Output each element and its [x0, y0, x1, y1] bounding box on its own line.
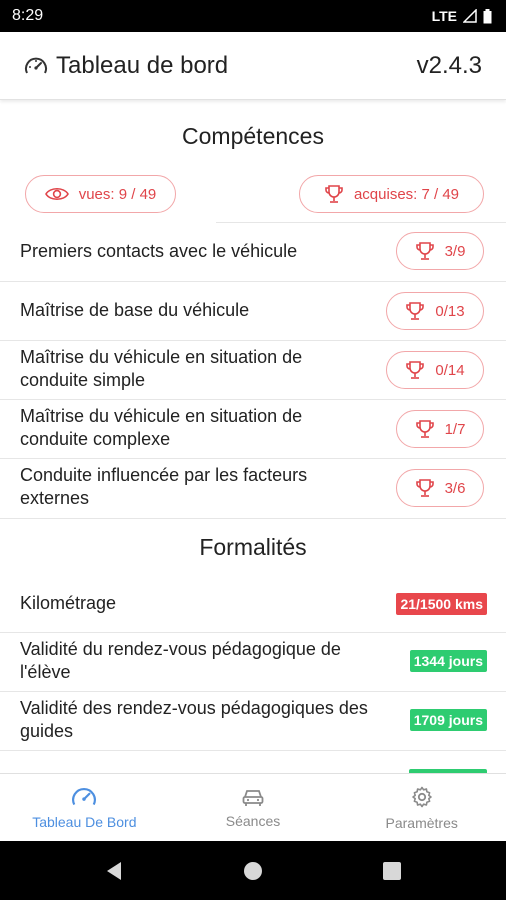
formalite-row[interactable]: Validité des rendez-vous pédagogiques de…: [0, 691, 506, 750]
vues-summary-pill[interactable]: vues: 9 / 49: [25, 175, 176, 213]
nav-tableau-de-bord[interactable]: Tableau De Bord: [0, 774, 169, 841]
competence-label: Maîtrise du véhicule en situation de con…: [20, 347, 303, 390]
competence-row[interactable]: Premiers contacts avec le véhicule 3/9: [0, 222, 506, 281]
nav-label: Tableau De Bord: [32, 813, 137, 830]
competence-progress: 0/13: [435, 302, 465, 320]
speedometer-icon: [25, 57, 47, 73]
back-icon[interactable]: [105, 861, 123, 881]
status-badge: 1709 jours: [409, 709, 487, 731]
competence-row[interactable]: Maîtrise de base du véhicule 0/13: [0, 281, 506, 340]
nav-label: Séances: [225, 812, 281, 829]
competence-progress-pill[interactable]: 3/9: [396, 232, 484, 270]
trophy-icon: [406, 361, 425, 379]
trophy-icon: [415, 242, 434, 260]
gear-icon: [411, 786, 432, 807]
formalites-title: Formalités: [199, 534, 307, 560]
competence-progress-pill[interactable]: 0/14: [386, 351, 484, 389]
network-label: LTE: [431, 8, 457, 24]
formalite-label: Validité du rendez-vous pédagogique de l…: [20, 639, 341, 682]
home-icon[interactable]: [243, 861, 263, 881]
app-header: Tableau de bord v2.4.3: [0, 32, 506, 100]
trophy-icon: [415, 479, 434, 497]
app-version: v2.4.3: [416, 51, 482, 79]
competence-row[interactable]: Conduite influencée par les facteurs ext…: [0, 458, 506, 518]
competence-row[interactable]: Maîtrise du véhicule en situation de con…: [0, 340, 506, 399]
status-indicators: LTE: [432, 8, 492, 24]
status-bar: 8:29 LTE: [0, 0, 506, 32]
recents-icon[interactable]: [383, 861, 401, 880]
status-badge: 21/1500 kms: [396, 593, 487, 615]
page-title: Tableau de bord: [56, 51, 229, 79]
competence-row[interactable]: Maîtrise du véhicule en situation de con…: [0, 399, 506, 458]
battery-icon: [483, 8, 492, 23]
competences-title: Compétences: [182, 123, 324, 149]
divider: [0, 750, 506, 751]
competence-label: Premiers contacts avec le véhicule: [20, 241, 298, 261]
bottom-navigation: Tableau De Bord Séances Paramètres: [0, 773, 506, 841]
nav-parametres[interactable]: Paramètres: [337, 774, 506, 841]
competence-label: Maîtrise du véhicule en situation de con…: [20, 406, 303, 449]
eye-icon: [44, 187, 69, 201]
acquises-summary-pill[interactable]: acquises: 7 / 49: [299, 175, 484, 213]
acquises-count: acquises: 7 / 49: [353, 185, 460, 203]
status-badge: 1344 jours: [409, 650, 487, 672]
status-time: 8:29: [12, 7, 44, 24]
competence-progress-pill[interactable]: 3/6: [396, 469, 484, 507]
competence-progress: 3/9: [444, 242, 466, 260]
trophy-icon: [406, 302, 425, 320]
nav-label: Paramètres: [385, 814, 458, 831]
formalite-label: Kilométrage: [20, 593, 117, 613]
nav-seances[interactable]: Séances: [169, 774, 338, 841]
formalite-row[interactable]: Kilométrage 21/1500 kms: [0, 575, 506, 632]
formalite-row[interactable]: Validité du rendez-vous pédagogique de l…: [0, 632, 506, 691]
competence-progress-pill[interactable]: 1/7: [396, 410, 484, 448]
vues-count: vues: 9 / 49: [78, 185, 157, 203]
system-navigation-bar: [0, 841, 506, 900]
divider: [0, 518, 506, 519]
formalite-label: Validité des rendez-vous pédagogiques de…: [20, 698, 368, 741]
competence-progress-pill[interactable]: 0/13: [386, 292, 484, 330]
competence-progress: 1/7: [444, 420, 466, 438]
competence-progress: 3/6: [444, 479, 466, 497]
competence-progress: 0/14: [435, 361, 465, 379]
trophy-icon: [415, 420, 434, 438]
competence-label: Conduite influencée par les facteurs ext…: [20, 465, 308, 508]
competence-label: Maîtrise de base du véhicule: [20, 300, 250, 320]
trophy-icon: [325, 185, 343, 203]
header-left: Tableau de bord: [24, 52, 228, 80]
dashboard-content[interactable]: Compétences vues: 9 / 49 acquises: 7 / 4…: [0, 101, 506, 773]
signal-icon: [463, 9, 477, 23]
speedometer-icon: [72, 787, 97, 805]
car-icon: [242, 789, 264, 806]
